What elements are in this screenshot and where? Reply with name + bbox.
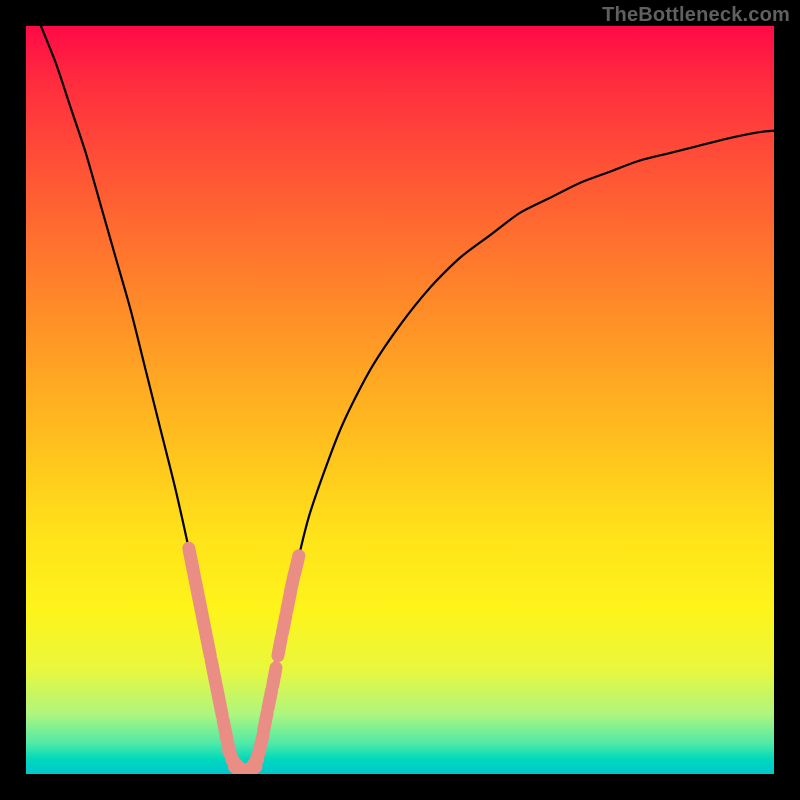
watermark-text: TheBottleneck.com <box>602 4 790 27</box>
curve-marker <box>259 735 263 753</box>
curve-marker <box>207 638 211 656</box>
bottleneck-curve <box>41 26 774 773</box>
curve-marker <box>278 638 281 656</box>
plot-area <box>26 26 774 774</box>
curve-svg <box>26 26 774 774</box>
chart-frame: TheBottleneck.com <box>0 0 800 800</box>
curve-marker <box>219 698 223 716</box>
marker-layer <box>189 548 299 773</box>
curve-marker <box>264 713 268 731</box>
curve-marker <box>268 690 272 708</box>
curve-marker <box>282 616 286 634</box>
curve-marker <box>295 556 299 574</box>
curve-marker <box>273 668 276 686</box>
